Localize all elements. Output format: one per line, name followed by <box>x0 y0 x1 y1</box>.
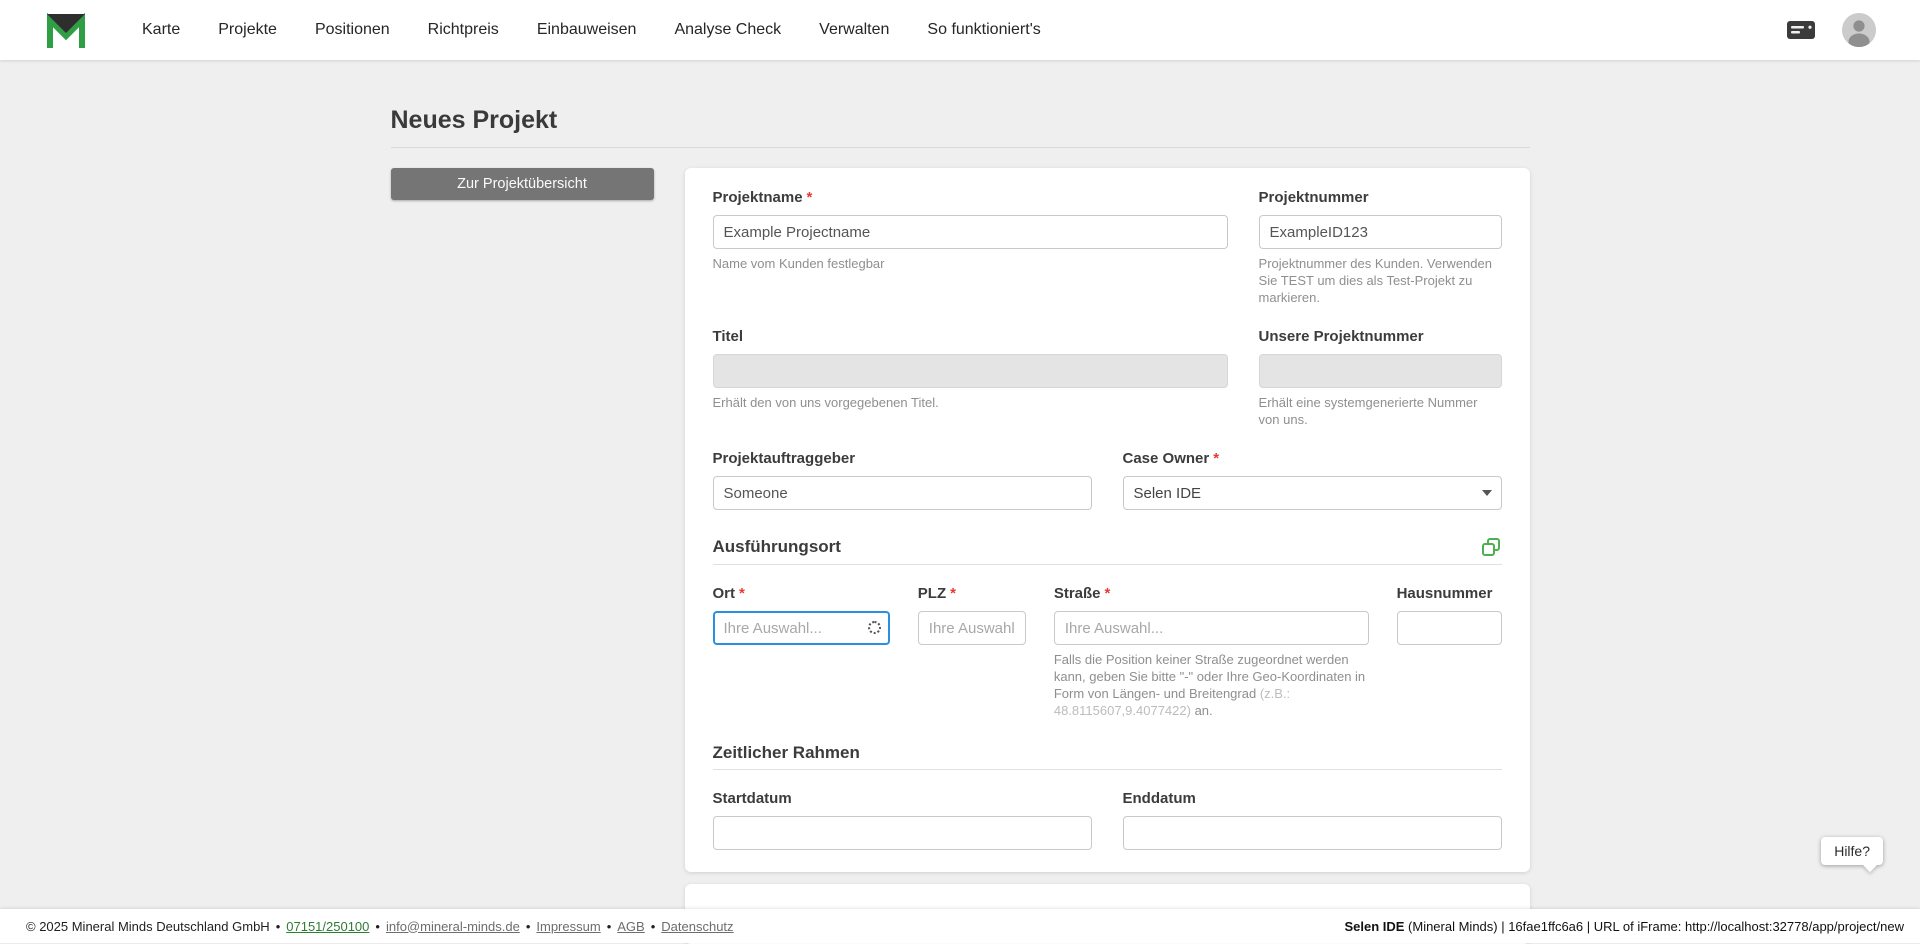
plz-field: PLZ* <box>918 585 1026 719</box>
ort-field: Ort* <box>713 585 890 719</box>
new-project-form-card: Projektname* Name vom Kunden festlegbar … <box>685 168 1530 872</box>
strasse-helper: Falls die Position keiner Straße zugeord… <box>1054 651 1369 719</box>
case-owner-selected-value: Selen IDE <box>1123 476 1502 510</box>
footer-separator: • <box>276 919 281 934</box>
titel-field: Titel Erhält den von uns vorgegebenen Ti… <box>713 328 1228 428</box>
nav-item-analyse-check[interactable]: Analyse Check <box>674 21 781 39</box>
unsere-projektnummer-label: Unsere Projektnummer <box>1259 328 1502 346</box>
right-column: Projektname* Name vom Kunden festlegbar … <box>685 168 1530 944</box>
back-to-project-overview-button[interactable]: Zur Projektübersicht <box>391 168 654 200</box>
enddatum-field: Enddatum <box>1123 790 1502 850</box>
plz-input[interactable] <box>918 611 1026 645</box>
server-icon[interactable] <box>1786 19 1816 41</box>
footer: © 2025 Mineral Minds Deutschland GmbH • … <box>0 909 1920 943</box>
projektauftraggeber-field: Projektauftraggeber <box>713 450 1092 510</box>
ort-input[interactable] <box>713 611 890 645</box>
titel-input <box>713 354 1228 388</box>
footer-separator: • <box>526 919 531 934</box>
top-navbar: Karte Projekte Positionen Richtpreis Ein… <box>0 0 1920 60</box>
footer-datenschutz-link[interactable]: Datenschutz <box>661 919 733 934</box>
section-title-ausfuehrungsort: Ausführungsort <box>713 537 841 557</box>
footer-separator: • <box>651 919 656 934</box>
nav-item-verwalten[interactable]: Verwalten <box>819 21 889 39</box>
plz-label: PLZ* <box>918 585 1026 603</box>
main-nav: Karte Projekte Positionen Richtpreis Ein… <box>142 21 1041 39</box>
projektnummer-label: Projektnummer <box>1259 189 1502 207</box>
projektnummer-field: Projektnummer Projektnummer des Kunden. … <box>1259 189 1502 306</box>
section-title-zeitlicher-rahmen: Zeitlicher Rahmen <box>713 743 860 763</box>
projektnummer-input[interactable] <box>1259 215 1502 249</box>
projektname-field: Projektname* Name vom Kunden festlegbar <box>713 189 1228 306</box>
loading-spinner-icon <box>868 621 881 634</box>
enddatum-label: Enddatum <box>1123 790 1502 808</box>
footer-copyright: © 2025 Mineral Minds Deutschland GmbH <box>26 919 270 934</box>
projektname-input[interactable] <box>713 215 1228 249</box>
hausnummer-label: Hausnummer <box>1397 585 1502 603</box>
projektauftraggeber-input[interactable] <box>713 476 1092 510</box>
case-owner-select[interactable]: Selen IDE <box>1123 476 1502 510</box>
footer-phone-link[interactable]: 07151/250100 <box>286 919 369 934</box>
strasse-field: Straße* Falls die Position keiner Straße… <box>1054 585 1369 719</box>
footer-user-name: Selen IDE <box>1344 919 1404 934</box>
footer-meta: (Mineral Minds) | 16fae1ffc6a6 | URL of … <box>1404 919 1904 934</box>
nav-item-karte[interactable]: Karte <box>142 21 180 39</box>
required-asterisk: * <box>1213 450 1219 467</box>
navbar-right <box>1786 13 1876 47</box>
duplicate-icon[interactable] <box>1480 536 1502 558</box>
footer-impressum-link[interactable]: Impressum <box>536 919 600 934</box>
startdatum-input[interactable] <box>713 816 1092 850</box>
footer-separator: • <box>375 919 380 934</box>
required-asterisk: * <box>807 189 813 206</box>
required-asterisk: * <box>950 585 956 602</box>
required-asterisk: * <box>739 585 745 602</box>
startdatum-label: Startdatum <box>713 790 1092 808</box>
footer-left: © 2025 Mineral Minds Deutschland GmbH • … <box>26 919 734 934</box>
required-asterisk: * <box>1105 585 1111 602</box>
startdatum-field: Startdatum <box>713 790 1092 850</box>
page-title: Neues Projekt <box>391 106 1530 135</box>
strasse-input[interactable] <box>1054 611 1369 645</box>
nav-item-projekte[interactable]: Projekte <box>218 21 277 39</box>
help-button[interactable]: Hilfe? <box>1821 837 1883 865</box>
nav-item-einbauweisen[interactable]: Einbauweisen <box>537 21 637 39</box>
footer-separator: • <box>607 919 612 934</box>
nav-item-positionen[interactable]: Positionen <box>315 21 390 39</box>
case-owner-label: Case Owner* <box>1123 450 1502 468</box>
case-owner-field: Case Owner* Selen IDE <box>1123 450 1502 510</box>
projektname-label: Projektname* <box>713 189 1228 207</box>
chevron-down-icon <box>1482 490 1492 496</box>
unsere-projektnummer-helper: Erhält eine systemgenerierte Nummer von … <box>1259 394 1502 428</box>
projektname-helper: Name vom Kunden festlegbar <box>713 255 1228 272</box>
user-avatar-icon[interactable] <box>1842 13 1876 47</box>
footer-email-link[interactable]: info@mineral-minds.de <box>386 919 520 934</box>
main-content: Neues Projekt Zur Projektübersicht Proje… <box>391 60 1530 944</box>
projektnummer-helper: Projektnummer des Kunden. Verwenden Sie … <box>1259 255 1502 306</box>
left-column: Zur Projektübersicht <box>391 168 654 200</box>
unsere-projektnummer-field: Unsere Projektnummer Erhält eine systemg… <box>1259 328 1502 428</box>
enddatum-input[interactable] <box>1123 816 1502 850</box>
titel-label: Titel <box>713 328 1228 346</box>
title-divider <box>391 147 1530 148</box>
projektauftraggeber-label: Projektauftraggeber <box>713 450 1092 468</box>
section-divider <box>713 564 1502 565</box>
nav-item-richtpreis[interactable]: Richtpreis <box>428 21 499 39</box>
strasse-label: Straße* <box>1054 585 1369 603</box>
nav-item-so-funktionierts[interactable]: So funktioniert's <box>927 21 1040 39</box>
footer-session-info: Selen IDE (Mineral Minds) | 16fae1ffc6a6… <box>1344 919 1904 934</box>
section-divider <box>713 769 1502 770</box>
ort-label: Ort* <box>713 585 890 603</box>
titel-helper: Erhält den von uns vorgegebenen Titel. <box>713 394 1228 411</box>
footer-agb-link[interactable]: AGB <box>617 919 644 934</box>
hausnummer-field: Hausnummer <box>1397 585 1502 719</box>
hausnummer-input[interactable] <box>1397 611 1502 645</box>
unsere-projektnummer-input <box>1259 354 1502 388</box>
mineral-minds-logo-icon[interactable] <box>44 10 88 50</box>
